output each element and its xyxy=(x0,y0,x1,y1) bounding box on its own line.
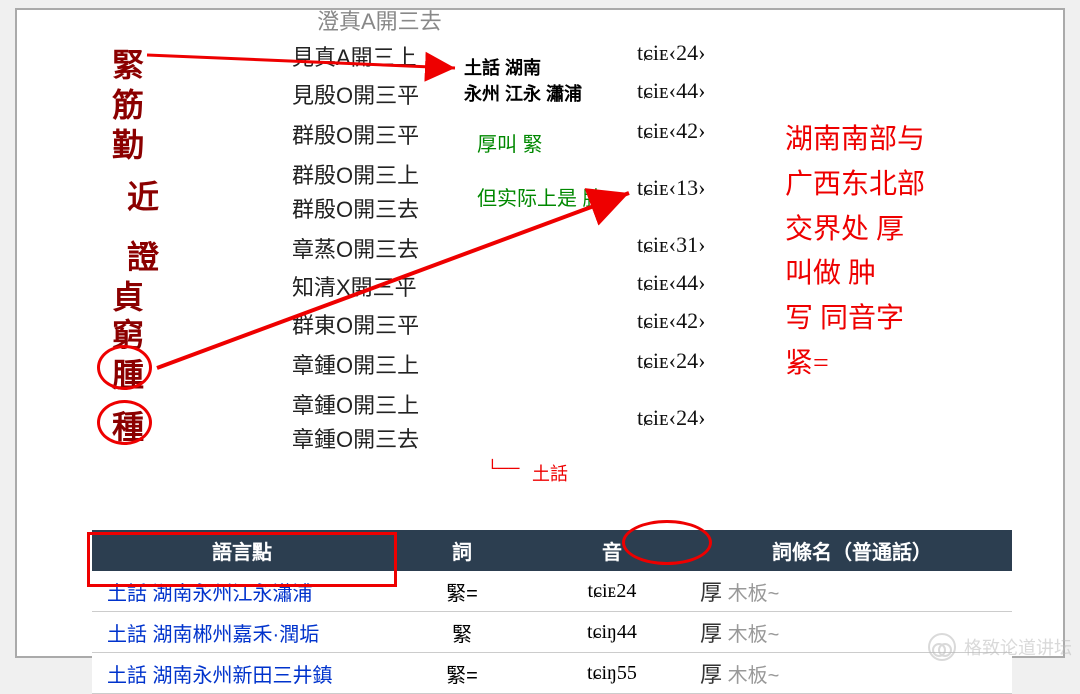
mid-row: 群東O開三平 xyxy=(292,308,419,340)
ipa-row: tɕiᴇ‹24› xyxy=(637,405,705,431)
cell-word: 緊 xyxy=(392,612,532,653)
circle-zhong1 xyxy=(97,345,152,390)
rbox-line: 交界处 厚 xyxy=(785,208,999,253)
mid-row: 見殷O開三平 xyxy=(292,78,419,110)
cell-word: 緊= xyxy=(392,653,532,694)
cell-dialect[interactable]: 土話 湖南郴州嘉禾·潤垢 xyxy=(92,612,392,653)
right-explanation-box: 湖南南部与 广西东北部 交界处 厚 叫做 肿 写 同音字 紧= xyxy=(777,110,1007,395)
document-frame: 澄真A開三去 見真A開三上 見殷O開三平 群殷O開三平 群殷O開三上 群殷O開三… xyxy=(15,8,1065,658)
cell-sound: tɕiᴇ24 xyxy=(532,571,692,612)
ipa-row: tɕiᴇ‹42› xyxy=(637,308,705,334)
cell-dialect[interactable]: 土話 湖南永州新田三井鎮 xyxy=(92,653,392,694)
cell-entry: 厚 木板~ xyxy=(692,571,1012,612)
mid-row: 見真A開三上 xyxy=(292,40,417,72)
mid-row: 章鍾O開三去 xyxy=(292,422,419,454)
dialect-box-line2: 永州 江永 瀟浦 xyxy=(462,78,584,108)
ipa-row: tɕiᴇ‹24› xyxy=(637,40,705,66)
watermark: 格致论道讲坛 xyxy=(928,633,1072,661)
highlight-ellipse-sound xyxy=(622,520,712,565)
mid-row: 群殷O開三上 xyxy=(292,158,419,190)
ipa-row: tɕiᴇ‹42› xyxy=(637,118,705,144)
ipa-row: tɕiᴇ‹44› xyxy=(637,78,705,104)
mid-row: 章鍾O開三上 xyxy=(292,388,419,420)
th-word: 詞 xyxy=(392,530,532,571)
table-row: 土話 湖南郴州嘉禾·潤垢 緊 tɕiŋ44 厚 木板~ xyxy=(92,612,1012,653)
watermark-text: 格致论道讲坛 xyxy=(964,634,1072,660)
red-bracket-label: 土話 xyxy=(532,460,568,486)
mid-row: 章鍾O開三上 xyxy=(292,348,419,380)
ipa-row: tɕiᴇ‹24› xyxy=(637,348,705,374)
cell-word: 緊= xyxy=(392,571,532,612)
mid-row: 知清X開三平 xyxy=(292,270,417,302)
rbox-line: 湖南南部与 xyxy=(785,118,999,163)
green-anno-2: 但实际上是 肿 xyxy=(477,182,603,211)
table-row: 土話 湖南永州新田三井鎮 緊= tɕiŋ55 厚 木板~ xyxy=(92,653,1012,694)
char: 勤 xyxy=(112,120,144,166)
content-area: 澄真A開三去 見真A開三上 見殷O開三平 群殷O開三平 群殷O開三上 群殷O開三… xyxy=(17,10,1063,656)
char: 近 xyxy=(127,172,159,218)
mid-row: 章蒸O開三去 xyxy=(292,232,419,264)
cell-sound: tɕiŋ55 xyxy=(532,653,692,694)
rbox-line: 写 同音字 xyxy=(785,297,999,342)
red-bracket: └── xyxy=(487,460,519,480)
mid-row: 群殷O開三去 xyxy=(292,192,419,224)
mid-row: 群殷O開三平 xyxy=(292,118,419,150)
rbox-line: 紧= xyxy=(785,342,999,387)
ipa-row: tɕiᴇ‹44› xyxy=(637,270,705,296)
rbox-line: 叫做 肿 xyxy=(785,252,999,297)
th-entry: 詞條名（普通話） xyxy=(692,530,1012,571)
circle-zhong3 xyxy=(97,400,152,445)
wechat-icon xyxy=(928,633,956,661)
highlight-rect-dialect xyxy=(87,532,397,587)
ipa-row: tɕiᴇ‹31› xyxy=(637,232,705,258)
green-anno-1: 厚叫 緊 xyxy=(477,128,543,157)
cell-sound: tɕiŋ44 xyxy=(532,612,692,653)
top-truncated: 澄真A開三去 xyxy=(317,4,442,36)
ipa-row: tɕiᴇ‹13› xyxy=(637,175,705,201)
rbox-line: 广西东北部 xyxy=(785,163,999,208)
